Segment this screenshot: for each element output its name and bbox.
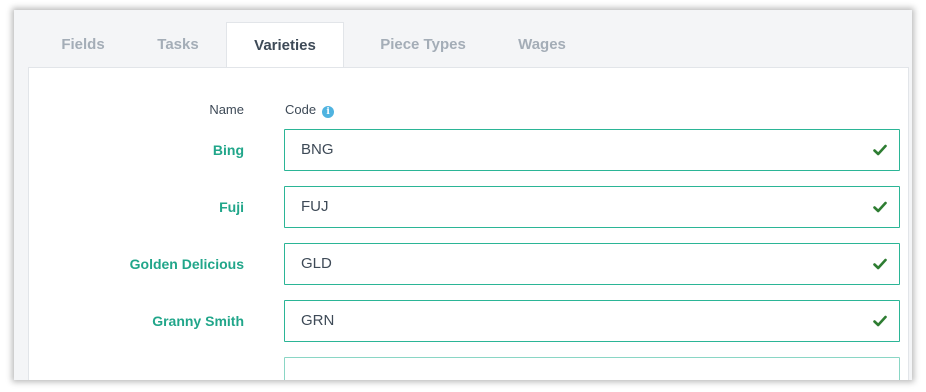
variety-code-value: BNG — [301, 141, 334, 158]
varieties-panel: Name Code i Bing BNG Fuji FUJ Golden Deli… — [28, 67, 909, 380]
check-icon — [873, 258, 887, 270]
tab-tasks[interactable]: Tasks — [142, 22, 214, 68]
check-icon — [873, 201, 887, 213]
tab-bar: Fields Tasks Varieties Piece Types Wages — [14, 10, 912, 68]
tab-piece-types[interactable]: Piece Types — [364, 22, 482, 68]
code-column-header: Code i — [285, 102, 335, 118]
name-column-header: Name — [209, 102, 244, 117]
variety-code-input[interactable]: FUJ — [284, 186, 900, 228]
variety-name: Bing — [212, 142, 244, 158]
check-icon — [873, 315, 887, 327]
variety-code-value: FUJ — [301, 198, 329, 215]
variety-code-input[interactable]: GRN — [284, 300, 900, 342]
variety-name: Granny Smith — [152, 313, 244, 329]
variety-code-input[interactable]: BNG — [284, 129, 900, 171]
variety-code-input[interactable]: GLD — [284, 243, 900, 285]
tab-wages[interactable]: Wages — [502, 22, 582, 68]
variety-row: Bing BNG — [29, 129, 908, 171]
variety-row: Golden Delicious GLD — [29, 243, 908, 285]
screenshot-frame: Fields Tasks Varieties Piece Types Wages… — [14, 10, 912, 380]
variety-code-input[interactable] — [284, 357, 900, 380]
check-icon — [873, 144, 887, 156]
variety-code-value: GLD — [301, 255, 332, 272]
variety-code-value: GRN — [301, 312, 335, 329]
variety-name: Golden Delicious — [129, 256, 244, 272]
tab-fields[interactable]: Fields — [42, 22, 124, 68]
variety-row: Granny Smith GRN — [29, 300, 908, 342]
code-header-label: Code — [285, 102, 317, 117]
variety-row-partial — [29, 357, 908, 380]
variety-name: Fuji — [219, 199, 244, 215]
info-icon[interactable]: i — [322, 106, 335, 118]
variety-row: Fuji FUJ — [29, 186, 908, 228]
tab-varieties[interactable]: Varieties — [226, 22, 344, 68]
